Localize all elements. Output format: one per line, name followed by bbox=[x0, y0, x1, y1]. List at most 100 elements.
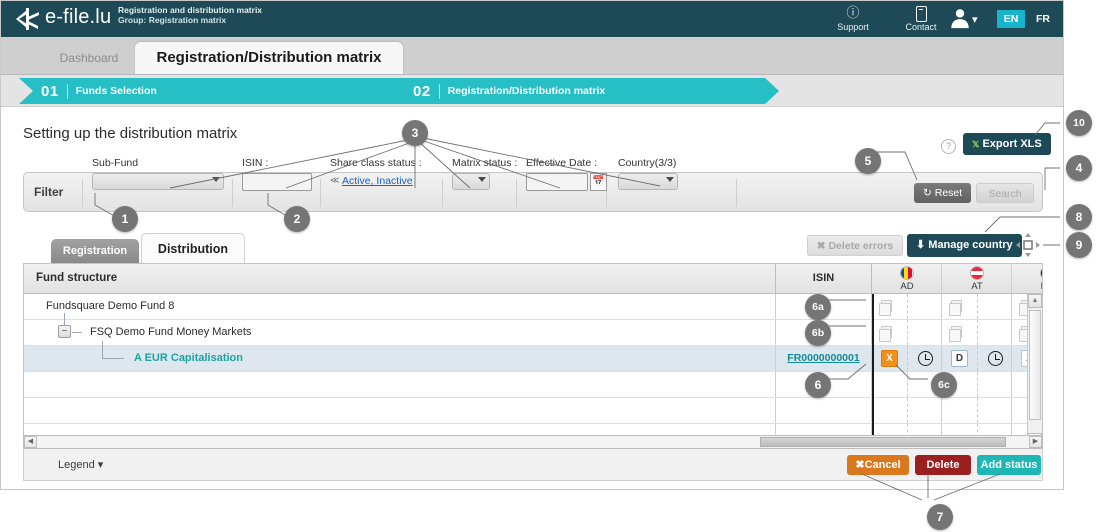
horizontal-scroll-thumb[interactable] bbox=[760, 437, 1006, 447]
matrix-cell-status-slot[interactable] bbox=[942, 294, 977, 319]
grid-horizontal-scrollbar[interactable]: ◀ ▶ bbox=[23, 435, 1043, 449]
contact-label: Contact bbox=[905, 22, 937, 32]
column-header-fund-structure[interactable]: Fund structure bbox=[24, 264, 776, 293]
isin-input[interactable] bbox=[242, 173, 312, 191]
matrix-cell-status-slot[interactable]: X bbox=[872, 346, 907, 371]
column-header-country-ad[interactable]: AD bbox=[872, 264, 942, 293]
country-select[interactable] bbox=[618, 173, 678, 190]
contact-link[interactable]: Contact bbox=[891, 5, 951, 32]
matrix-cell-history-slot[interactable] bbox=[977, 294, 1012, 319]
callout-marker-6b: 6b bbox=[805, 320, 831, 346]
matrix-cell-history-slot[interactable] bbox=[907, 346, 942, 371]
scroll-up-arrow-icon[interactable]: ▲ bbox=[1028, 294, 1042, 308]
minus-box-icon[interactable]: − bbox=[58, 325, 71, 338]
matrix-cell-history-slot[interactable] bbox=[977, 398, 1012, 423]
legend-toggle[interactable]: Legend ▾ bbox=[58, 458, 103, 471]
matrix-status-select[interactable] bbox=[452, 173, 490, 190]
copy-icon[interactable] bbox=[949, 326, 962, 342]
matrix-cell-ad[interactable] bbox=[872, 398, 942, 423]
export-xls-button[interactable]: 𝕩 Export XLS bbox=[963, 133, 1051, 155]
row-name-link[interactable]: A EUR Capitalisation bbox=[134, 352, 243, 364]
delete-button[interactable]: Delete bbox=[915, 455, 971, 475]
resize-grip-icon[interactable] bbox=[1015, 232, 1041, 258]
matrix-cell-status-slot[interactable] bbox=[942, 398, 977, 423]
matrix-cell-history-slot[interactable] bbox=[977, 372, 1012, 397]
support-link[interactable]: ⓘ Support bbox=[823, 5, 883, 32]
language-fr-button[interactable]: FR bbox=[1029, 10, 1057, 28]
country-code-ad: AD bbox=[900, 281, 914, 292]
matrix-cell-history-slot[interactable] bbox=[977, 320, 1012, 345]
subtab-distribution[interactable]: Distribution bbox=[141, 233, 245, 263]
filter-divider bbox=[516, 179, 517, 207]
matrix-cell-at[interactable] bbox=[942, 398, 1012, 423]
tree-line-vertical bbox=[64, 313, 65, 326]
reset-label: Reset bbox=[934, 187, 963, 199]
matrix-cell-history-slot[interactable] bbox=[907, 320, 942, 345]
matrix-cell-history-slot[interactable] bbox=[977, 346, 1012, 371]
subtab-registration[interactable]: Registration bbox=[51, 239, 139, 263]
reset-button[interactable]: ↻ Reset bbox=[914, 183, 972, 203]
share-class-status-value-link[interactable]: Active, Inactive bbox=[342, 175, 413, 187]
effective-date-input[interactable] bbox=[526, 173, 588, 191]
delete-errors-label: Delete errors bbox=[828, 240, 894, 252]
filter-panel: Filter Sub-Fund ISIN : Share class statu… bbox=[23, 157, 1043, 212]
tab-dashboard[interactable]: Dashboard bbox=[25, 42, 153, 74]
clock-icon[interactable] bbox=[988, 351, 1003, 366]
matrix-cell-status-slot[interactable] bbox=[872, 320, 907, 345]
chevron-double-down-icon[interactable]: ≪ bbox=[330, 175, 339, 186]
callout-marker-7: 7 bbox=[927, 504, 953, 530]
matrix-cell-ad[interactable] bbox=[872, 294, 942, 319]
matrix-cell-at[interactable] bbox=[942, 320, 1012, 345]
table-row[interactable]: Fundsquare Demo Fund 8 bbox=[24, 294, 1042, 320]
matrix-cell-at[interactable] bbox=[942, 294, 1012, 319]
matrix-cell-ad[interactable]: X bbox=[872, 346, 942, 371]
callout-marker-10: 10 bbox=[1066, 110, 1092, 136]
isin-link[interactable]: FR0000000001 bbox=[787, 352, 859, 364]
copy-icon[interactable] bbox=[879, 326, 892, 342]
matrix-cell-status-slot[interactable] bbox=[872, 372, 907, 397]
matrix-cell-status-slot[interactable] bbox=[872, 294, 907, 319]
clock-icon[interactable] bbox=[918, 351, 933, 366]
scroll-right-arrow-icon[interactable]: ▶ bbox=[1029, 436, 1042, 448]
table-row-empty bbox=[24, 398, 1042, 424]
step-2-registration-distribution-matrix[interactable]: 02 Registration/Distribution matrix bbox=[391, 78, 779, 104]
matrix-cell-ad[interactable] bbox=[872, 320, 942, 345]
chevron-down-icon[interactable]: ▾ bbox=[972, 13, 978, 26]
manage-country-button[interactable]: ⬇ Manage country bbox=[907, 234, 1022, 257]
grid-footer: Legend ▾ ✖Cancel Delete Add status bbox=[23, 449, 1043, 481]
language-en-button[interactable]: EN bbox=[997, 10, 1025, 28]
matrix-cell-status-slot[interactable] bbox=[942, 320, 977, 345]
grid-vertical-scrollbar[interactable]: ▲ ▼ bbox=[1027, 294, 1042, 446]
delete-errors-button[interactable]: ✖ Delete errors bbox=[807, 235, 903, 256]
table-row[interactable]: − FSQ Demo Fund Money Markets bbox=[24, 313, 1042, 346]
status-badge-x[interactable]: X bbox=[881, 350, 898, 367]
brand-subtitle: Registration and distribution matrix Gro… bbox=[118, 5, 262, 25]
vertical-scroll-thumb[interactable] bbox=[1029, 310, 1041, 420]
column-header-country-at[interactable]: AT bbox=[942, 264, 1012, 293]
brand-name[interactable]: e-file.lu bbox=[45, 6, 111, 29]
subfund-select[interactable] bbox=[92, 173, 224, 190]
search-button[interactable]: Search bbox=[976, 183, 1034, 203]
copy-icon[interactable] bbox=[949, 300, 962, 316]
country-label: Country(3/3) bbox=[618, 157, 677, 169]
step-1-funds-selection[interactable]: 01 Funds Selection bbox=[19, 78, 419, 104]
column-header-isin[interactable]: ISIN bbox=[776, 264, 872, 293]
calendar-icon[interactable]: 📅 bbox=[590, 173, 607, 191]
matrix-cell-status-slot[interactable] bbox=[872, 398, 907, 423]
matrix-cell-history-slot[interactable] bbox=[907, 398, 942, 423]
country-code-at: AT bbox=[971, 281, 983, 292]
scroll-left-arrow-icon[interactable]: ◀ bbox=[24, 436, 37, 448]
copy-icon[interactable] bbox=[879, 300, 892, 316]
matrix-cell-history-slot[interactable] bbox=[907, 294, 942, 319]
frozen-column-divider[interactable] bbox=[872, 294, 874, 446]
user-avatar-icon[interactable] bbox=[949, 7, 971, 29]
help-circle-icon[interactable]: ? bbox=[941, 139, 956, 154]
status-badge-d[interactable]: D bbox=[951, 350, 968, 367]
matrix-cell-status-slot[interactable]: D bbox=[942, 346, 977, 371]
table-row[interactable]: A EUR Capitalisation FR0000000001 X D bbox=[24, 341, 1042, 372]
matrix-cell-at[interactable]: D bbox=[942, 346, 1012, 371]
tab-registration-distribution-matrix[interactable]: Registration/Distribution matrix bbox=[135, 42, 403, 74]
column-header-country-be[interactable]: BE bbox=[1012, 264, 1042, 293]
add-status-button[interactable]: Add status bbox=[977, 455, 1041, 475]
cancel-button[interactable]: ✖Cancel bbox=[847, 455, 909, 475]
